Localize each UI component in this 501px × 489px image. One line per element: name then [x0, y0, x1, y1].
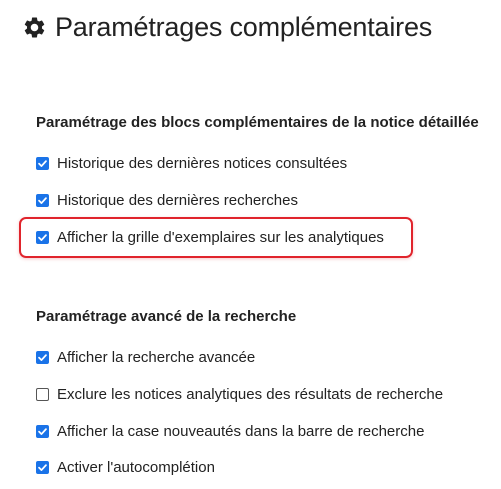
- option-label: Afficher la recherche avancée: [57, 348, 256, 366]
- checkbox-recherche-avancee[interactable]: [36, 350, 49, 364]
- option-grille-exemplaires[interactable]: Afficher la grille d'exemplaires sur les…: [36, 227, 384, 247]
- checkbox-historique-recherches[interactable]: [36, 193, 49, 207]
- option-historique-notices[interactable]: Historique des dernières notices consult…: [36, 153, 347, 173]
- checkbox-autocompletion[interactable]: [36, 460, 49, 474]
- option-label: Afficher la case nouveautés dans la barr…: [57, 422, 425, 440]
- checkbox-exclure-analytiques[interactable]: [36, 387, 49, 401]
- option-label: Historique des dernières recherches: [57, 191, 298, 209]
- option-case-nouveautes[interactable]: Afficher la case nouveautés dans la barr…: [36, 421, 424, 441]
- checkbox-historique-notices[interactable]: [36, 156, 49, 170]
- section-heading-recherche: Paramétrage avancé de la recherche: [36, 308, 297, 325]
- option-recherche-avancee[interactable]: Afficher la recherche avancée: [36, 347, 255, 367]
- option-exclure-analytiques[interactable]: Exclure les notices analytiques des résu…: [36, 384, 443, 404]
- gear-icon: [22, 15, 47, 40]
- checkbox-case-nouveautes[interactable]: [36, 424, 49, 438]
- option-label: Historique des dernières notices consult…: [57, 154, 348, 172]
- option-label: Activer l'autocomplétion: [57, 458, 215, 476]
- section-heading-blocs: Paramétrage des blocs complémentaires de…: [36, 114, 479, 131]
- option-label: Exclure les notices analytiques des résu…: [57, 385, 444, 403]
- page-title-text: Paramétrages complémentaires: [55, 12, 433, 42]
- option-label: Afficher la grille d'exemplaires sur les…: [57, 228, 384, 246]
- page-title: Paramétrages complémentaires: [22, 12, 432, 43]
- option-autocompletion[interactable]: Activer l'autocomplétion: [36, 457, 215, 477]
- checkbox-grille-exemplaires[interactable]: [36, 230, 49, 244]
- option-historique-recherches[interactable]: Historique des dernières recherches: [36, 190, 298, 210]
